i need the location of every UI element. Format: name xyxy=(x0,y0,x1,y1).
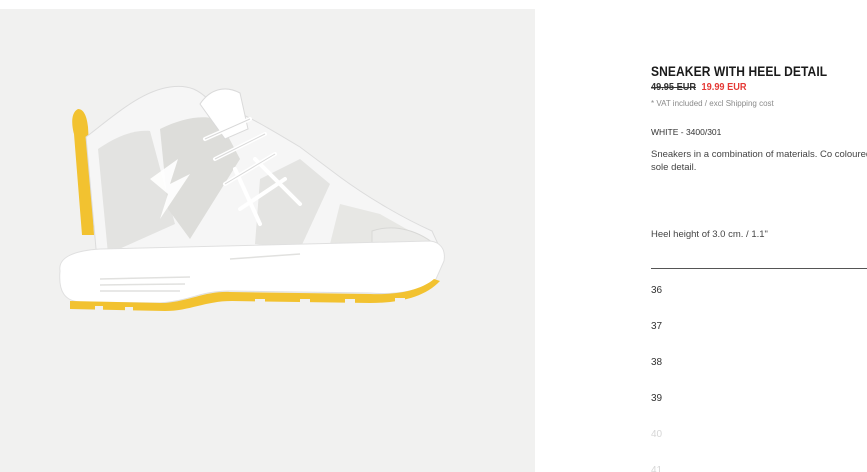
product-description: Sneakers in a combination of materials. … xyxy=(651,149,867,173)
product-image[interactable] xyxy=(0,9,535,472)
size-option-38[interactable]: 38 xyxy=(651,350,867,386)
size-list: 36 37 38 39 40 41 xyxy=(651,278,867,472)
price-row: 49.95 EUR 19.99 EUR xyxy=(651,82,747,93)
size-option-39[interactable]: 39 xyxy=(651,386,867,422)
sale-price: 19.99 EUR xyxy=(701,82,747,93)
size-option-37[interactable]: 37 xyxy=(651,314,867,350)
vat-note: * VAT included / excl Shipping cost xyxy=(651,99,774,108)
original-price: 49.95 EUR xyxy=(651,82,697,93)
size-option-36[interactable]: 36 xyxy=(651,278,867,314)
color-reference: WHITE - 3400/301 xyxy=(651,127,722,137)
product-title: SNEAKER WITH HEEL DETAIL xyxy=(651,63,828,79)
divider xyxy=(651,268,867,269)
product-details-panel: SNEAKER WITH HEEL DETAIL 49.95 EUR 19.99 … xyxy=(651,0,867,472)
heel-height-info: Heel height of 3.0 cm. / 1.1" xyxy=(651,229,768,240)
sneaker-illustration xyxy=(59,85,445,313)
size-option-40: 40 xyxy=(651,429,663,440)
size-option-41: 41 xyxy=(651,465,663,472)
